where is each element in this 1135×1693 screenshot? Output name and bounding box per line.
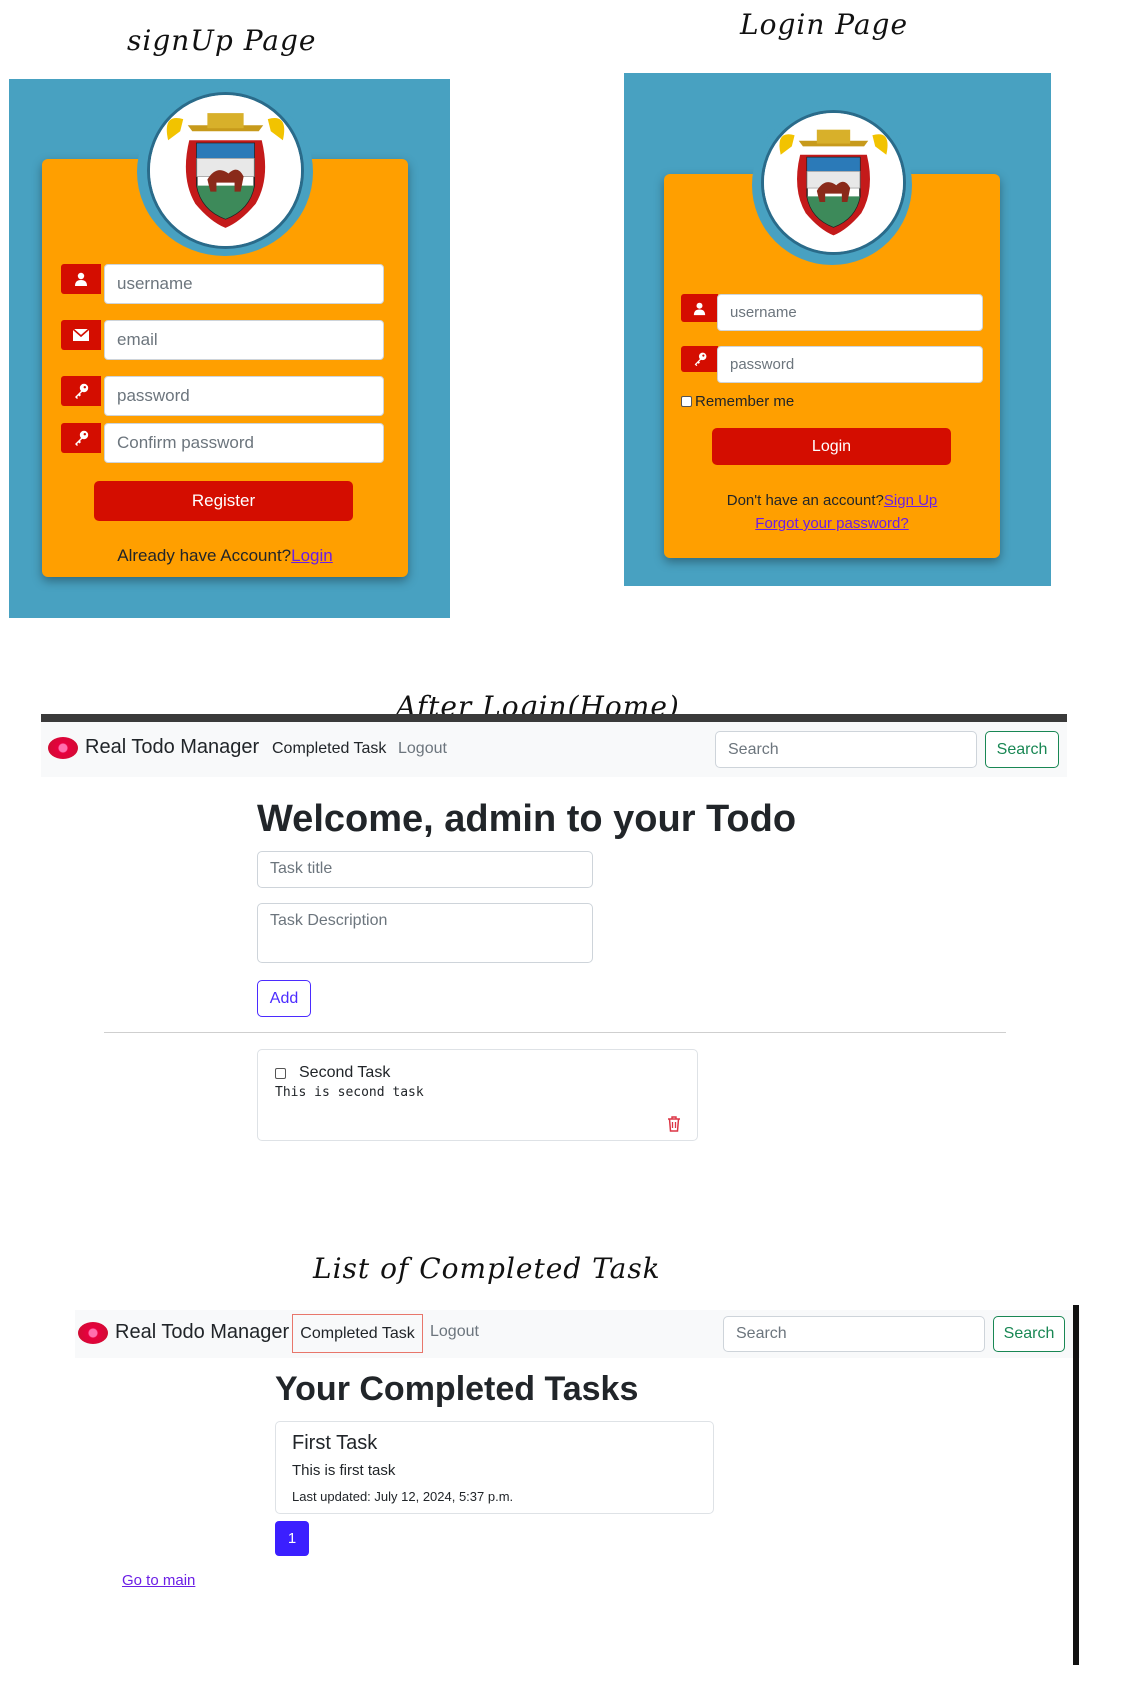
signup-password-input[interactable]: password bbox=[104, 376, 384, 416]
user-icon bbox=[61, 264, 101, 294]
signup-confirm-input[interactable]: Confirm password bbox=[104, 423, 384, 463]
remember-label: Remember me bbox=[695, 393, 795, 410]
signup-footer: Already have Account?Login bbox=[42, 546, 408, 566]
signup-link[interactable]: Sign Up bbox=[884, 492, 937, 509]
login-password-row: password bbox=[681, 346, 983, 388]
completed-heading: Your Completed Tasks bbox=[275, 1370, 639, 1408]
task-card: Second Task This is second task bbox=[257, 1049, 698, 1141]
nav-completed-task-active[interactable]: Completed Task bbox=[292, 1314, 423, 1353]
search-button[interactable]: Search bbox=[993, 1316, 1065, 1352]
task-description-input[interactable]: Task Description bbox=[257, 903, 593, 963]
key-icon bbox=[61, 423, 101, 453]
signup-password-row: password bbox=[61, 376, 384, 418]
envelope-icon bbox=[61, 320, 101, 350]
brand[interactable]: Real Todo Manager bbox=[48, 736, 259, 759]
login-username-row: username bbox=[681, 294, 983, 336]
task-title-input[interactable]: Task title bbox=[257, 851, 593, 888]
login-link[interactable]: Login bbox=[291, 546, 333, 565]
divider bbox=[104, 1032, 1006, 1033]
completed-task-description: This is first task bbox=[292, 1462, 396, 1479]
home-heading: Welcome, admin to your Todo bbox=[257, 798, 797, 840]
login-footer: Don't have an account?Sign Up Forgot you… bbox=[664, 489, 1000, 535]
brand-logo-icon bbox=[48, 736, 78, 759]
remember-checkbox[interactable] bbox=[681, 396, 692, 407]
window-edge bbox=[1073, 1305, 1079, 1665]
brand-name: Real Todo Manager bbox=[85, 736, 260, 758]
browser-top-bar bbox=[41, 714, 1067, 722]
task-description: This is second task bbox=[275, 1085, 424, 1100]
task-title: Second Task bbox=[299, 1064, 391, 1081]
go-to-main-link[interactable]: Go to main bbox=[122, 1572, 195, 1589]
brand-logo-icon bbox=[78, 1321, 108, 1344]
task-checkbox[interactable] bbox=[275, 1067, 286, 1079]
search-input[interactable]: Search bbox=[723, 1316, 985, 1352]
login-password-input[interactable]: password bbox=[717, 346, 983, 383]
login-caption: Login Page bbox=[740, 8, 909, 41]
signup-caption: signUp Page bbox=[127, 24, 317, 57]
trash-icon[interactable] bbox=[666, 1115, 682, 1133]
nav-logout[interactable]: Logout bbox=[398, 740, 447, 758]
signup-email-input[interactable]: email bbox=[104, 320, 384, 360]
key-icon bbox=[681, 346, 718, 372]
city-emblem bbox=[761, 110, 906, 255]
completed-caption: List of Completed Task bbox=[313, 1252, 661, 1285]
search-input[interactable]: Search bbox=[715, 731, 977, 768]
signup-email-row: email bbox=[61, 320, 384, 362]
brand-name: Real Todo Manager bbox=[115, 1321, 290, 1343]
city-emblem bbox=[147, 92, 304, 249]
no-account-text: Don't have an account? bbox=[726, 492, 884, 509]
signup-confirm-row: Confirm password bbox=[61, 423, 384, 465]
brand[interactable]: Real Todo Manager bbox=[78, 1321, 289, 1344]
nav-completed-task[interactable]: Completed Task bbox=[272, 740, 386, 758]
home-navbar: Real Todo Manager Completed Task Logout … bbox=[41, 722, 1067, 777]
forgot-password-link[interactable]: Forgot your password? bbox=[755, 515, 908, 532]
user-icon bbox=[681, 294, 718, 322]
nav-logout[interactable]: Logout bbox=[430, 1323, 479, 1341]
login-username-input[interactable]: username bbox=[717, 294, 983, 331]
completed-task-title: First Task bbox=[292, 1432, 378, 1454]
completed-task-card: First Task This is first task Last updat… bbox=[275, 1421, 714, 1514]
signup-footer-text: Already have Account? bbox=[117, 546, 292, 565]
search-button[interactable]: Search bbox=[985, 731, 1059, 768]
task-header: Second Task bbox=[275, 1064, 390, 1082]
remember-row: Remember me bbox=[681, 393, 794, 410]
add-button[interactable]: Add bbox=[257, 980, 311, 1017]
signup-username-input[interactable]: username bbox=[104, 264, 384, 304]
completed-navbar: Real Todo Manager Completed Task Logout … bbox=[75, 1310, 1080, 1358]
register-button[interactable]: Register bbox=[94, 481, 353, 521]
login-button[interactable]: Login bbox=[712, 428, 951, 465]
completed-task-updated: Last updated: July 12, 2024, 5:37 p.m. bbox=[292, 1489, 514, 1504]
signup-username-row: username bbox=[61, 264, 384, 306]
pagination-page[interactable]: 1 bbox=[275, 1521, 309, 1556]
key-icon bbox=[61, 376, 101, 406]
